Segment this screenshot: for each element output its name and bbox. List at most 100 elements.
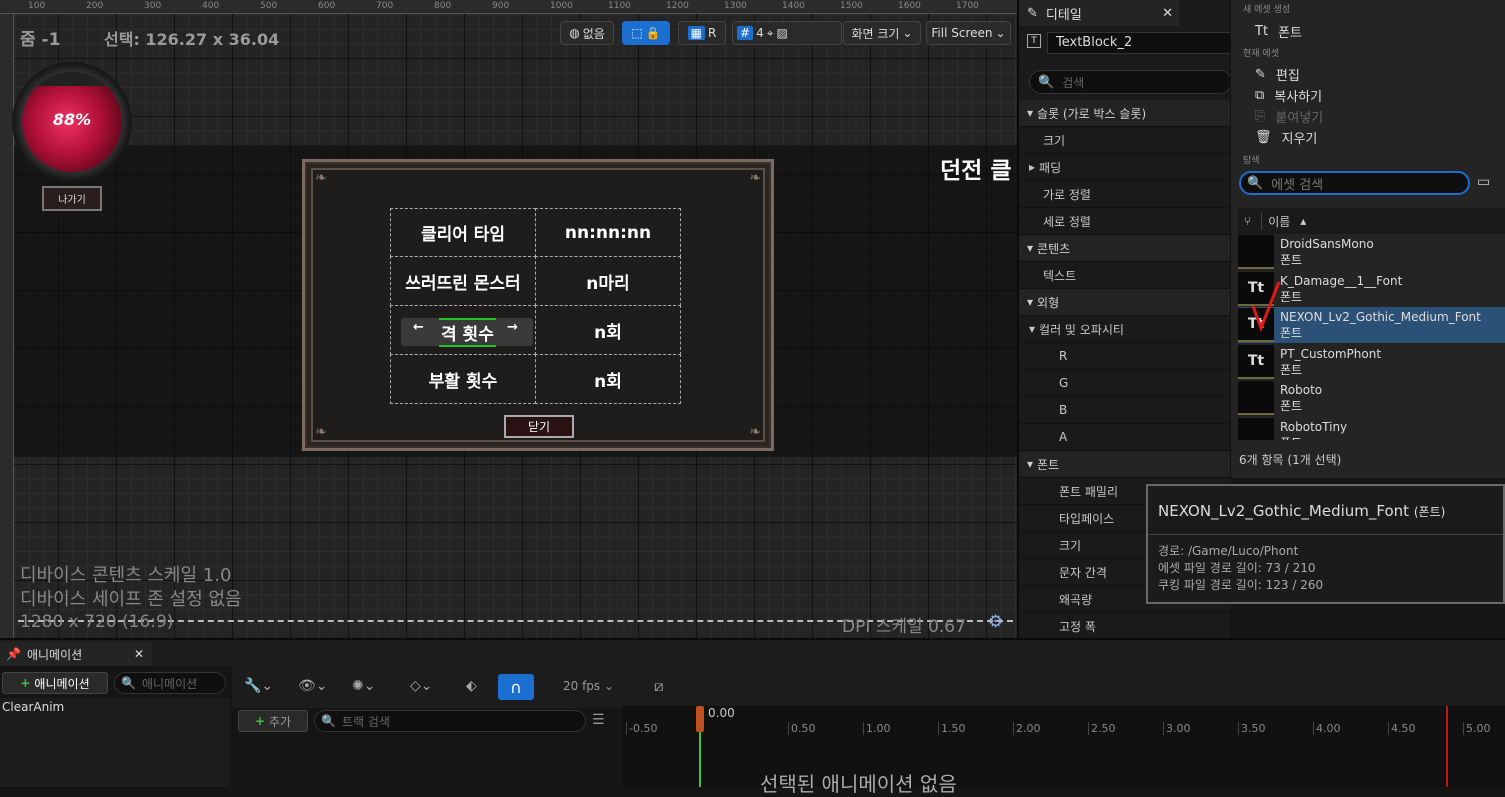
selection-lock-toggle[interactable]: ⬚ 🔒 xyxy=(622,21,670,45)
property-label: 콘텐츠 xyxy=(1037,241,1071,256)
track-search-input[interactable]: 🔍 트랙 검색 xyxy=(314,710,586,732)
magnet-snap-toggle[interactable]: ∩ xyxy=(498,674,534,700)
property-label: 패딩 xyxy=(1039,160,1062,175)
asset-type: 폰트 xyxy=(1280,435,1347,441)
curve-editor-icon[interactable]: ⧄ xyxy=(654,677,664,695)
timeline-tick-label: 1.00 xyxy=(863,722,891,735)
add-animation-button[interactable]: + 애니메이션 xyxy=(2,672,108,694)
asset-search-input[interactable]: 🔍 에셋 검색 xyxy=(1239,171,1470,195)
keyframe-icon[interactable]: ◇⌄ xyxy=(410,678,433,694)
ruler-tick-label: 1700 xyxy=(956,1,979,11)
tooltip-asset-path-length: 에셋 파일 경로 길이: 73 / 210 xyxy=(1158,561,1316,575)
animation-search-input[interactable]: 🔍 애니메이션 xyxy=(114,672,226,694)
stat-label-cell: 클리어 타임 xyxy=(390,208,536,257)
screen-size-dropdown[interactable]: 화면 크기 ⌄ xyxy=(843,21,921,45)
close-icon[interactable]: ✕ xyxy=(1162,6,1173,21)
respect-locks-toggle[interactable]: ▦ R xyxy=(678,21,726,45)
asset-item[interactable]: RobotoTiny폰트 xyxy=(1238,417,1505,441)
property-label: 크기 xyxy=(1043,133,1066,148)
stat-label-cell-selected[interactable]: ← 격 횟수 → xyxy=(390,305,536,355)
fill-screen-dropdown[interactable]: Fill Screen ⌄ xyxy=(926,21,1011,45)
details-property-row[interactable]: 크기 xyxy=(1019,127,1232,154)
details-search-input[interactable]: 🔍 검색 xyxy=(1029,70,1232,94)
animation-tab[interactable]: 📌 애니메이션 ✕ xyxy=(0,642,152,666)
animation-list: ClearAnim xyxy=(0,698,230,787)
timeline-tick-label: 0.50 xyxy=(788,722,816,735)
details-property-row[interactable]: A xyxy=(1019,424,1232,451)
stat-value-cell: n회 xyxy=(535,305,681,355)
details-property-row[interactable]: 고정 폭 xyxy=(1019,613,1232,640)
search-icon: 🔍 xyxy=(1247,175,1264,191)
plus-icon: + xyxy=(254,714,265,728)
property-label: B xyxy=(1059,403,1068,417)
timeline-tick-label: 4.50 xyxy=(1388,722,1416,735)
eye-icon[interactable]: 👁⌄ xyxy=(298,678,328,694)
animation-list-item[interactable]: ClearAnim xyxy=(2,700,64,714)
grid-snap-control[interactable]: #4 ⌖ ▨ xyxy=(732,21,842,45)
close-icon[interactable]: ✕ xyxy=(134,647,144,661)
details-property-row[interactable]: 텍스트 xyxy=(1019,262,1232,289)
stats-table: 클리어 타임 nn:nn:nn 쓰러뜨린 몬스터 n마리 ← 격 횟수 → n회… xyxy=(390,208,682,406)
tooltip-cook-path-length: 쿠킹 파일 경로 길이: 123 / 260 xyxy=(1158,578,1324,592)
chevron-down-icon: ▾ xyxy=(1027,106,1034,120)
selected-text-block[interactable]: 격 횟수 xyxy=(439,318,496,347)
details-property-row[interactable]: ▾ 컬러 및 오파시티 xyxy=(1019,316,1232,343)
timeline-area[interactable] xyxy=(622,706,1505,787)
edit-menu-item[interactable]: ✎ 편집 xyxy=(1255,65,1300,84)
filter-icon[interactable]: ☰ xyxy=(592,712,605,728)
details-property-row[interactable]: ▸ 패딩 xyxy=(1019,154,1232,181)
name-column-header[interactable]: ⑂ 이름 ▴ xyxy=(1238,208,1505,234)
tooltip-path: 경로: /Game/Luco/Phont xyxy=(1158,544,1299,558)
ruler-tick-label: 600 xyxy=(318,1,336,11)
end-marker-line xyxy=(1446,706,1448,787)
asset-text: NEXON_Lv2_Gothic_Medium_Font 폰트 xyxy=(1280,309,1481,341)
ruler-tick-label: 1400 xyxy=(782,1,805,11)
localization-preview-button[interactable]: ◍ 없음 xyxy=(560,21,614,45)
delete-menu-item[interactable]: 🗑 지우기 xyxy=(1255,128,1317,147)
no-animation-label: 선택된 애니메이션 없음 xyxy=(760,772,957,796)
asset-type: 폰트 xyxy=(1280,253,1303,267)
new-font-menu-item[interactable]: Tt 폰트 xyxy=(1255,22,1302,41)
exit-button[interactable]: 나가기 xyxy=(42,186,102,211)
font-asset-picker: 새 에셋 생성 Tt 폰트 현재 에셋 ✎ 편집 ⧉ 복사하기 ⎘ 붙여넣기 🗑 지우기 … xyxy=(1230,0,1505,478)
add-track-button[interactable]: + 추가 xyxy=(238,710,308,732)
asset-text: K_Damage__1__Font 폰트 xyxy=(1280,273,1402,305)
dpi-scale-label: DPI 스케일 0.67 xyxy=(842,617,966,637)
details-property-row[interactable]: R xyxy=(1019,343,1232,370)
widget-name-field[interactable]: TextBlock_2 xyxy=(1047,32,1232,54)
asset-type: 폰트 xyxy=(1280,289,1303,304)
close-button[interactable]: 닫기 xyxy=(504,415,574,438)
property-label: 타입페이스 xyxy=(1059,511,1115,526)
asset-item[interactable]: DroidSansMono 폰트 xyxy=(1238,234,1505,270)
gear-icon[interactable]: ⚙ xyxy=(988,612,1003,632)
ruler-tick-label: 400 xyxy=(202,1,220,11)
details-property-row[interactable]: B xyxy=(1019,397,1232,424)
details-section-header[interactable]: ▾ 폰트 xyxy=(1019,451,1232,478)
wrench-icon[interactable]: 🔧⌄ xyxy=(244,678,273,694)
details-property-row[interactable]: 세로 정렬 xyxy=(1019,208,1232,235)
timeline-tick-label: 2.00 xyxy=(1013,722,1041,735)
details-section-header[interactable]: ▾ 슬롯 (가로 박스 슬롯) xyxy=(1019,100,1232,127)
folder-icon[interactable]: ▭ xyxy=(1477,174,1490,190)
snap-icon[interactable]: ⬖ xyxy=(466,678,477,694)
timeline-tick-label: 4.00 xyxy=(1313,722,1341,735)
ruler-tick-label: 800 xyxy=(434,1,452,11)
designer-viewport[interactable]: 100 200 300 400 500 600 700 800 900 1000 1100 1200 1… xyxy=(0,0,1017,638)
asset-text: DroidSansMono 폰트 xyxy=(1280,236,1374,268)
details-property-row[interactable]: 가로 정렬 xyxy=(1019,181,1232,208)
copy-menu-item[interactable]: ⧉ 복사하기 xyxy=(1255,86,1322,105)
globe-icon: ◍ xyxy=(569,26,580,40)
fps-dropdown[interactable]: 20 fps ⌄ xyxy=(563,679,614,693)
auto-key-icon[interactable]: ✺⌄ xyxy=(352,678,375,694)
details-property-row[interactable]: G xyxy=(1019,370,1232,397)
details-tab[interactable]: ✎ 디테일 ✕ xyxy=(1019,0,1179,26)
asset-item[interactable]: Roboto 폰트 xyxy=(1238,380,1505,416)
font-preview-thumbnail xyxy=(1238,381,1274,415)
marquee-icon: ⬚ xyxy=(631,26,643,40)
playhead-handle[interactable] xyxy=(696,706,704,732)
paste-menu-item[interactable]: ⎘ 붙여넣기 xyxy=(1255,107,1323,126)
details-section-header[interactable]: ▾ 콘텐츠 xyxy=(1019,235,1232,262)
asset-item[interactable]: Tt PT_CustomPhont 폰트 xyxy=(1238,344,1505,380)
search-icon: 🔍 xyxy=(121,676,136,690)
details-section-header[interactable]: ▾ 외형 xyxy=(1019,289,1232,316)
